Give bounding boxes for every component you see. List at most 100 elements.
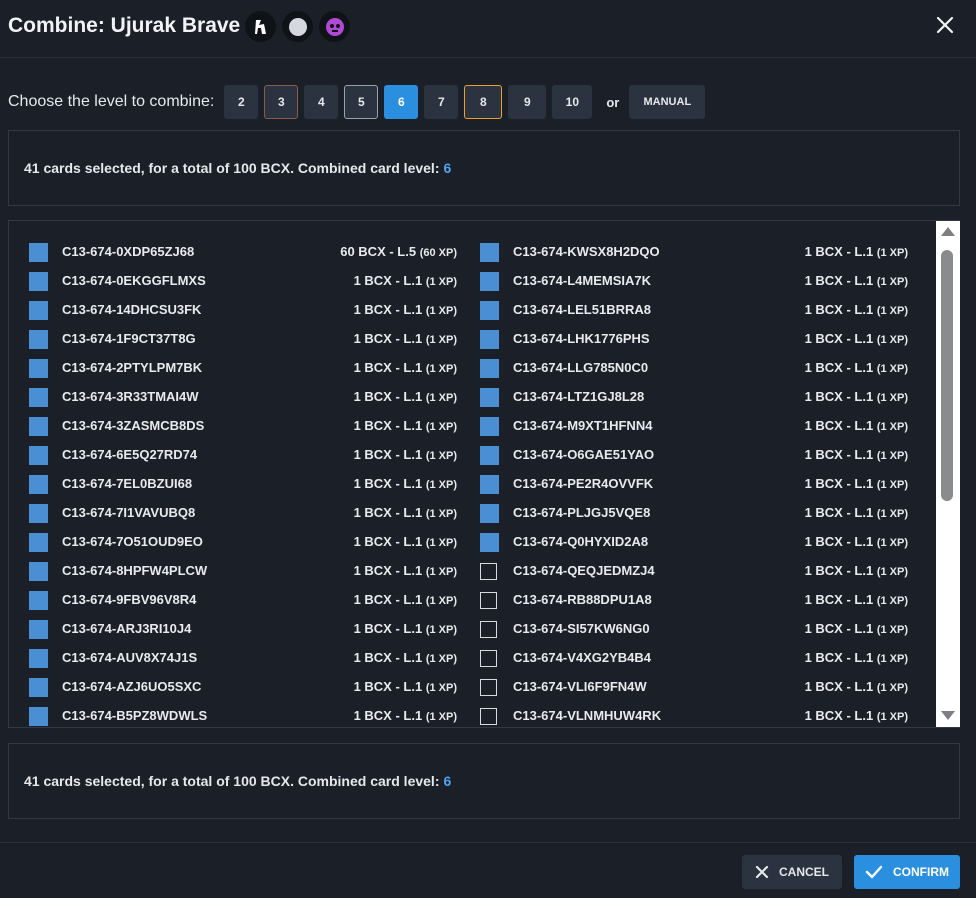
card-row[interactable]: C13-674-LLG785N0C0 1 BCX - L.1 (1 XP): [480, 357, 908, 386]
card-checkbox-checked[interactable]: [29, 446, 48, 465]
card-checkbox-checked[interactable]: [29, 243, 48, 262]
card-row[interactable]: C13-674-7I1VAVUBQ8 1 BCX - L.1 (1 XP): [29, 502, 457, 531]
card-row[interactable]: C13-674-AUV8X74J1S 1 BCX - L.1 (1 XP): [29, 647, 457, 676]
close-icon[interactable]: [934, 14, 956, 36]
card-row[interactable]: C13-674-L4MEMSIA7K 1 BCX - L.1 (1 XP): [480, 270, 908, 299]
card-row[interactable]: C13-674-PE2R4OVVFK 1 BCX - L.1 (1 XP): [480, 473, 908, 502]
card-checkbox-checked[interactable]: [480, 301, 499, 320]
card-row[interactable]: C13-674-0XDP65ZJ68 60 BCX - L.5 (60 XP): [29, 241, 457, 270]
card-checkbox-checked[interactable]: [480, 388, 499, 407]
x-icon: [755, 865, 769, 879]
card-row[interactable]: C13-674-PLJGJ5VQE8 1 BCX - L.1 (1 XP): [480, 502, 908, 531]
card-row[interactable]: C13-674-3ZASMCB8DS 1 BCX - L.1 (1 XP): [29, 415, 457, 444]
card-row[interactable]: C13-674-7EL0BZUI68 1 BCX - L.1 (1 XP): [29, 473, 457, 502]
card-xp: (1 XP): [425, 682, 457, 694]
card-checkbox-unchecked[interactable]: [480, 650, 497, 667]
card-checkbox-checked[interactable]: [480, 533, 499, 552]
card-bcx-level: 1 BCX - L.1: [804, 592, 874, 607]
card-checkbox-unchecked[interactable]: [480, 621, 497, 638]
card-checkbox-checked[interactable]: [29, 359, 48, 378]
card-id: C13-674-3ZASMCB8DS: [62, 418, 205, 433]
scroll-up-arrow-icon[interactable]: [941, 227, 955, 236]
level-button-4[interactable]: 4: [304, 85, 339, 119]
card-checkbox-unchecked[interactable]: [480, 708, 497, 725]
card-row[interactable]: C13-674-2PTYLPM7BK 1 BCX - L.1 (1 XP): [29, 357, 457, 386]
card-checkbox-checked[interactable]: [480, 475, 499, 494]
card-checkbox-checked[interactable]: [29, 475, 48, 494]
card-checkbox-checked[interactable]: [29, 620, 48, 639]
card-row[interactable]: C13-674-AZJ6UO5SXC 1 BCX - L.1 (1 XP): [29, 676, 457, 705]
level-button-10[interactable]: 10: [552, 85, 593, 119]
card-row[interactable]: C13-674-B5PZ8WDWLS 1 BCX - L.1 (1 XP): [29, 705, 457, 727]
level-button-6[interactable]: 6: [384, 85, 419, 119]
card-checkbox-checked[interactable]: [29, 649, 48, 668]
level-button-8[interactable]: 8: [464, 85, 503, 119]
card-checkbox-checked[interactable]: [29, 417, 48, 436]
card-row[interactable]: C13-674-V4XG2YB4B4 1 BCX - L.1 (1 XP): [480, 647, 908, 676]
card-row[interactable]: C13-674-RB88DPU1A8 1 BCX - L.1 (1 XP): [480, 589, 908, 618]
card-row[interactable]: C13-674-14DHCSU3FK 1 BCX - L.1 (1 XP): [29, 299, 457, 328]
card-row[interactable]: C13-674-3R33TMAI4W 1 BCX - L.1 (1 XP): [29, 386, 457, 415]
card-checkbox-unchecked[interactable]: [480, 563, 497, 580]
manual-button[interactable]: MANUAL: [629, 85, 706, 119]
level-button-3[interactable]: 3: [264, 85, 299, 119]
card-checkbox-unchecked[interactable]: [480, 679, 497, 696]
level-button-9[interactable]: 9: [508, 85, 547, 119]
card-list-scrollbar[interactable]: [936, 221, 960, 727]
card-bcx-value: 1 BCX - L.1 (1 XP): [354, 360, 457, 375]
card-row[interactable]: C13-674-LTZ1GJ8L28 1 BCX - L.1 (1 XP): [480, 386, 908, 415]
level-button-2[interactable]: 2: [224, 85, 259, 119]
card-row[interactable]: C13-674-VLNMHUW4RK 1 BCX - L.1 (1 XP): [480, 705, 908, 727]
cancel-button[interactable]: CANCEL: [742, 855, 842, 889]
level-button-7[interactable]: 7: [424, 85, 459, 119]
confirm-button[interactable]: CONFIRM: [854, 855, 960, 889]
card-row[interactable]: C13-674-6E5Q27RD74 1 BCX - L.1 (1 XP): [29, 444, 457, 473]
card-xp: (1 XP): [876, 421, 908, 433]
card-xp: (1 XP): [425, 537, 457, 549]
card-checkbox-checked[interactable]: [29, 678, 48, 697]
card-bcx-level: 1 BCX - L.1: [353, 679, 423, 694]
card-checkbox-checked[interactable]: [480, 243, 499, 262]
card-checkbox-checked[interactable]: [480, 446, 499, 465]
card-row[interactable]: C13-674-0EKGGFLMXS 1 BCX - L.1 (1 XP): [29, 270, 457, 299]
card-row[interactable]: C13-674-Q0HYXID2A8 1 BCX - L.1 (1 XP): [480, 531, 908, 560]
card-checkbox-checked[interactable]: [29, 533, 48, 552]
card-checkbox-checked[interactable]: [29, 301, 48, 320]
card-checkbox-checked[interactable]: [29, 330, 48, 349]
card-bcx-level: 1 BCX - L.1: [804, 505, 874, 520]
scroll-down-arrow-icon[interactable]: [941, 711, 955, 720]
card-checkbox-checked[interactable]: [29, 388, 48, 407]
scrollbar-thumb[interactable]: [941, 250, 953, 501]
card-row[interactable]: C13-674-LEL51BRRA8 1 BCX - L.1 (1 XP): [480, 299, 908, 328]
card-row[interactable]: C13-674-KWSX8H2DQO 1 BCX - L.1 (1 XP): [480, 241, 908, 270]
card-checkbox-checked[interactable]: [480, 272, 499, 291]
card-checkbox-checked[interactable]: [29, 504, 48, 523]
card-checkbox-checked[interactable]: [480, 359, 499, 378]
card-row[interactable]: C13-674-QEQJEDMZJ4 1 BCX - L.1 (1 XP): [480, 560, 908, 589]
card-checkbox-checked[interactable]: [29, 562, 48, 581]
card-row[interactable]: C13-674-8HPFW4PLCW 1 BCX - L.1 (1 XP): [29, 560, 457, 589]
card-row[interactable]: C13-674-ARJ3RI10J4 1 BCX - L.1 (1 XP): [29, 618, 457, 647]
card-row[interactable]: C13-674-7O51OUD9EO 1 BCX - L.1 (1 XP): [29, 531, 457, 560]
card-checkbox-checked[interactable]: [480, 417, 499, 436]
card-row[interactable]: C13-674-1F9CT37T8G 1 BCX - L.1 (1 XP): [29, 328, 457, 357]
card-bcx-value: 1 BCX - L.1 (1 XP): [805, 389, 908, 404]
card-row[interactable]: C13-674-9FBV96V8R4 1 BCX - L.1 (1 XP): [29, 589, 457, 618]
card-checkbox-checked[interactable]: [29, 707, 48, 726]
card-bcx-level: 1 BCX - L.1: [353, 708, 423, 723]
card-checkbox-checked[interactable]: [29, 272, 48, 291]
card-row[interactable]: C13-674-M9XT1HFNN4 1 BCX - L.1 (1 XP): [480, 415, 908, 444]
card-bcx-value: 1 BCX - L.1 (1 XP): [805, 331, 908, 346]
card-checkbox-unchecked[interactable]: [480, 592, 497, 609]
card-row[interactable]: C13-674-O6GAE51YAO 1 BCX - L.1 (1 XP): [480, 444, 908, 473]
selection-summary-bottom: 41 cards selected, for a total of 100 BC…: [8, 743, 960, 819]
level-button-5[interactable]: 5: [344, 85, 379, 119]
card-row[interactable]: C13-674-LHK1776PHS 1 BCX - L.1 (1 XP): [480, 328, 908, 357]
card-xp: (1 XP): [425, 334, 457, 346]
card-xp: (1 XP): [876, 276, 908, 288]
card-checkbox-checked[interactable]: [480, 504, 499, 523]
card-checkbox-checked[interactable]: [480, 330, 499, 349]
card-row[interactable]: C13-674-VLI6F9FN4W 1 BCX - L.1 (1 XP): [480, 676, 908, 705]
card-checkbox-checked[interactable]: [29, 591, 48, 610]
card-row[interactable]: C13-674-SI57KW6NG0 1 BCX - L.1 (1 XP): [480, 618, 908, 647]
